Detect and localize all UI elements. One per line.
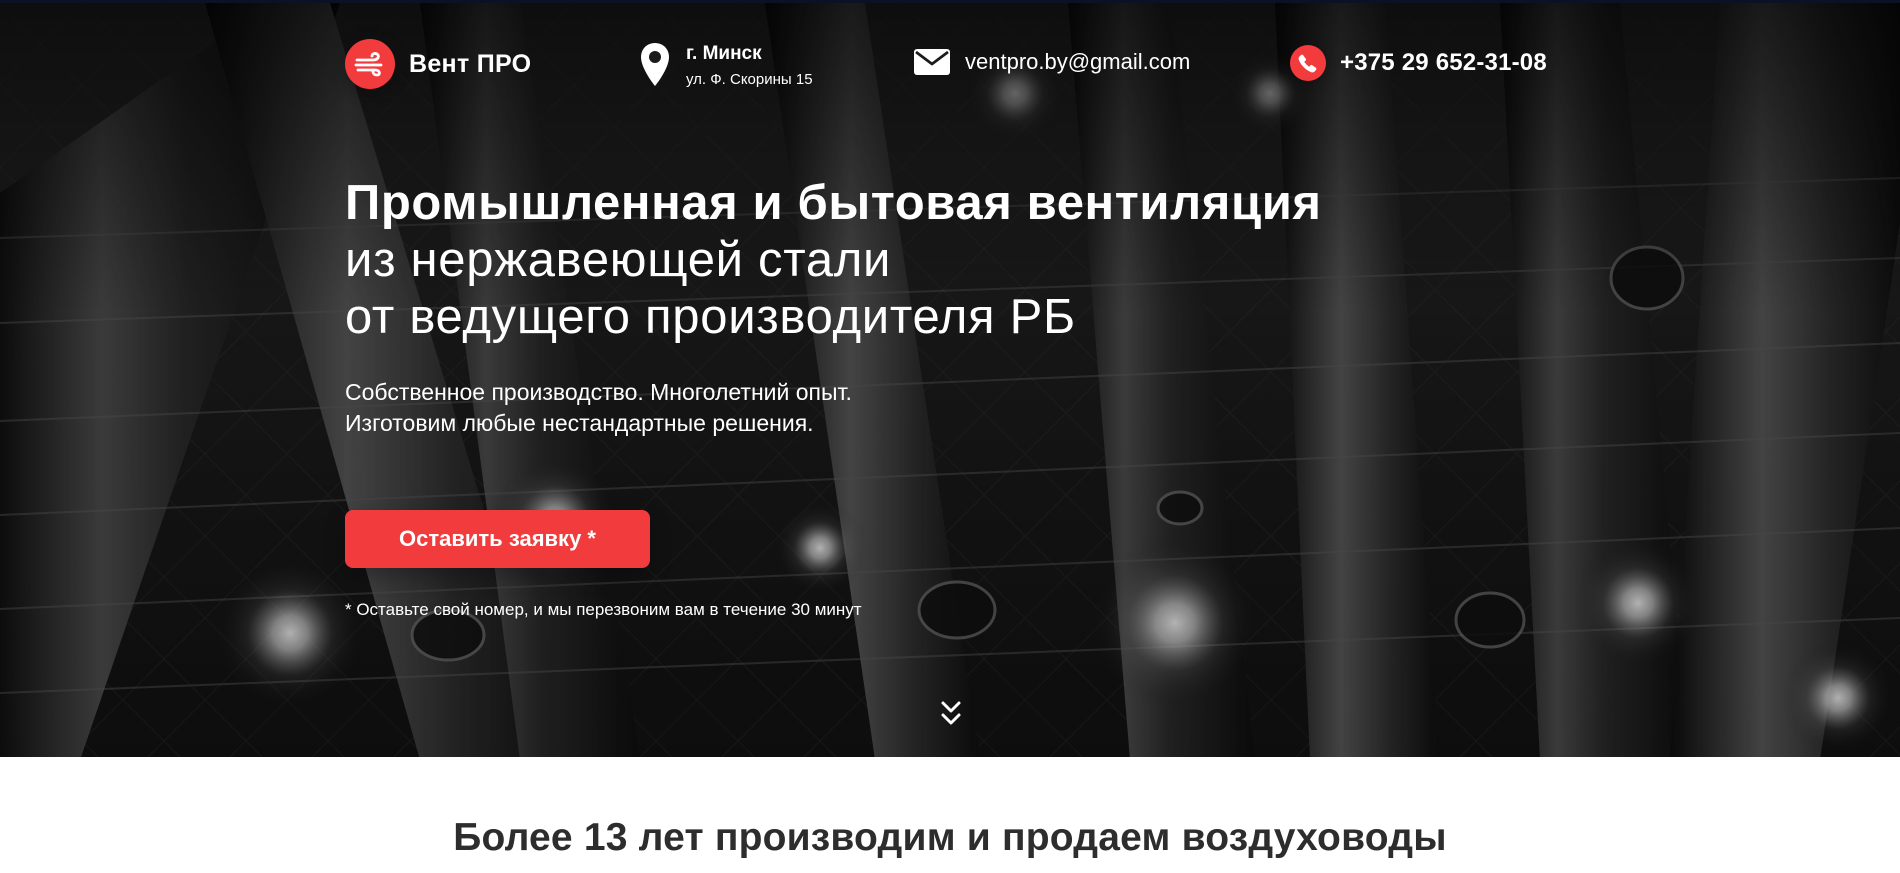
site-header: Вент ПРО г. Минск ул. Ф. Скорины 15 vent… [0, 3, 1900, 123]
phone-block: +375 29 652-31-08 [1290, 45, 1547, 81]
wind-icon [345, 39, 395, 89]
phone-link[interactable]: +375 29 652-31-08 [1340, 49, 1547, 77]
mail-icon [914, 49, 950, 75]
brand-logo[interactable]: Вент ПРО [345, 39, 531, 89]
hero-section: Вент ПРО г. Минск ул. Ф. Скорины 15 vent… [0, 0, 1900, 757]
street-label: ул. Ф. Скорины 15 [686, 71, 813, 88]
hero-headline: Промышленная и бытовая вентиляция из нер… [345, 175, 1322, 346]
experience-section-title: Более 13 лет производим и продаем воздух… [453, 816, 1447, 859]
callback-note: * Оставьте свой номер, и мы перезвоним в… [345, 600, 862, 619]
email-block: ventpro.by@gmail.com [913, 48, 1190, 76]
leave-request-button[interactable]: Оставить заявку * [345, 510, 650, 568]
location-pin-icon [641, 43, 669, 86]
hero-subtitle-line2: Изготовим любые нестандартные решения. [345, 410, 814, 436]
hero-headline-line2: из нержавеющей стали [345, 233, 892, 287]
brand-name: Вент ПРО [409, 49, 532, 78]
landing-page: Вент ПРО г. Минск ул. Ф. Скорины 15 vent… [0, 0, 1900, 873]
hero-headline-line3: от ведущего производителя РБ [345, 290, 1076, 344]
location-text: г. Минск ул. Ф. Скорины 15 [686, 41, 813, 88]
double-chevron-down-icon[interactable] [938, 697, 964, 731]
hero-headline-line1: Промышленная и бытовая вентиляция [345, 176, 1322, 230]
location-block: г. Минск ул. Ф. Скорины 15 [638, 41, 813, 89]
hero-subtitle-line1: Собственное производство. Многолетний оп… [345, 379, 852, 405]
email-link[interactable]: ventpro.by@gmail.com [965, 49, 1190, 75]
city-label: г. Минск [686, 43, 762, 64]
phone-icon [1290, 45, 1326, 81]
hero-subtitle: Собственное производство. Многолетний оп… [345, 377, 852, 439]
